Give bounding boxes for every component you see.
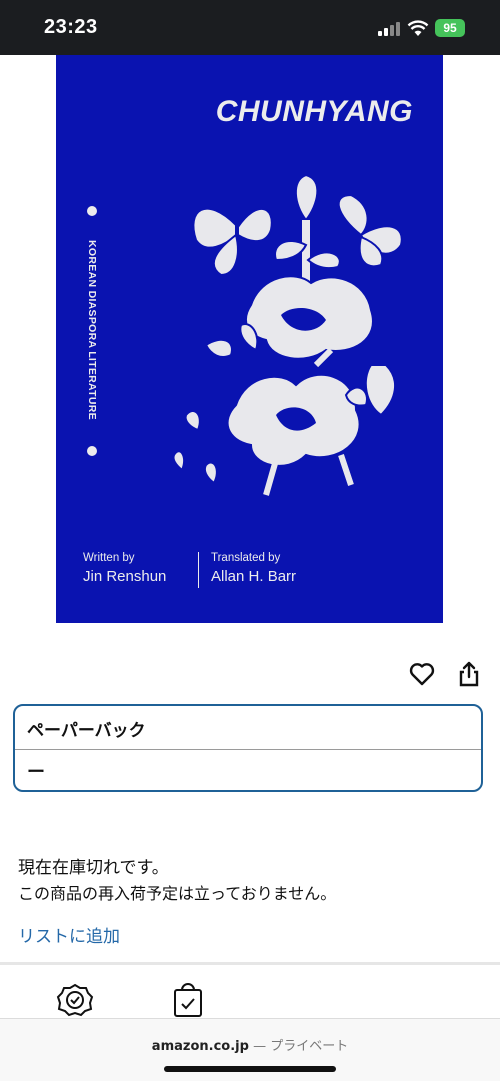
series-dot-icon <box>87 206 97 216</box>
restock-note: この商品の再入荷予定は立っておりません。 <box>18 884 337 903</box>
cover-title: CHUNHYANG <box>215 95 413 128</box>
series-dot-icon <box>87 446 97 456</box>
home-indicator[interactable] <box>164 1066 336 1072</box>
wifi-icon <box>407 20 429 36</box>
private-mode-label: — プライベート <box>253 1039 349 1054</box>
section-divider <box>0 962 500 965</box>
book-cover-image[interactable]: CHUNHYANG KOREAN DIASPORA LITERATURE Wri… <box>56 55 443 623</box>
format-label: ペーパーバック <box>27 721 146 741</box>
battery-icon: 95 <box>435 19 465 37</box>
add-to-list-link[interactable]: リストに追加 <box>18 922 120 947</box>
url-domain: amazon.co.jp <box>151 1039 249 1054</box>
cover-series-strip: KOREAN DIASPORA LITERATURE <box>81 200 103 460</box>
share-icon[interactable] <box>455 660 483 688</box>
cover-series-label: KOREAN DIASPORA LITERATURE <box>86 240 98 420</box>
credits-divider <box>198 552 199 588</box>
browser-address-bar[interactable]: amazon.co.jp — プライベート <box>0 1018 500 1081</box>
translated-by-label: Translated by <box>211 552 281 564</box>
format-price: ー <box>27 762 45 783</box>
cellular-signal-icon <box>378 22 400 36</box>
status-time: 23:23 <box>44 16 98 38</box>
url-display[interactable]: amazon.co.jp — プライベート <box>0 1035 500 1054</box>
author-name: Jin Renshun <box>83 568 167 585</box>
written-by-label: Written by <box>83 552 135 564</box>
floral-illustration <box>172 173 403 496</box>
butterfly-left <box>192 207 273 277</box>
stock-status: 現在在庫切れです。 <box>18 858 169 878</box>
badge-check-icon <box>56 983 94 1017</box>
butterfly-right <box>337 193 403 268</box>
battery-level: 95 <box>443 21 457 35</box>
translator-name: Allan H. Barr <box>211 568 297 585</box>
format-option-paperback[interactable]: ペーパーバック ー <box>13 704 483 792</box>
heart-icon[interactable] <box>408 660 436 688</box>
status-bar: 23:23 95 <box>0 0 500 55</box>
format-divider <box>15 749 481 750</box>
shopping-bag-check-icon <box>174 983 202 1017</box>
